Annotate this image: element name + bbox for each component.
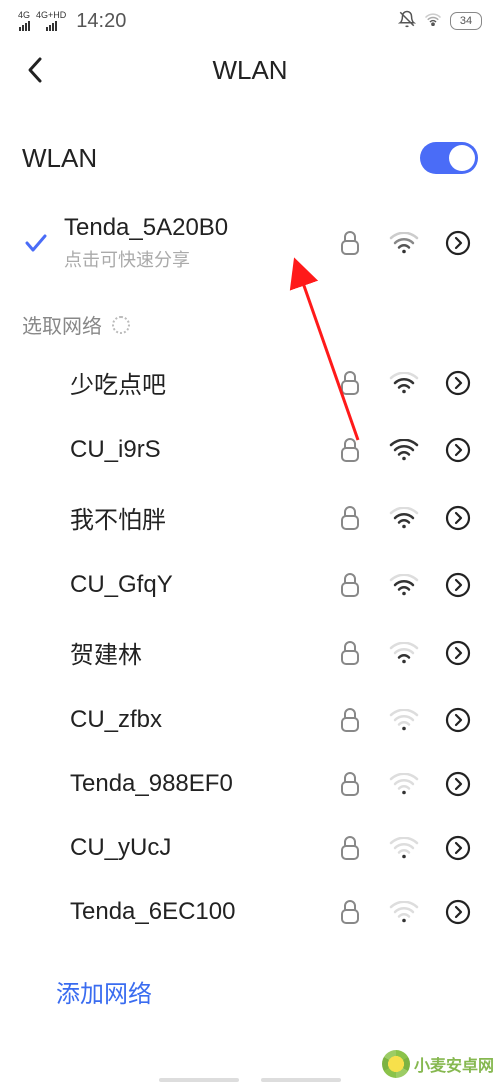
network-list: 少吃点吧 CU_i9rS 我不怕胖 <box>22 347 478 944</box>
network-row[interactable]: CU_yUcJ <box>22 816 478 880</box>
detail-button[interactable] <box>438 230 478 256</box>
network-row[interactable]: Tenda_6EC100 <box>22 880 478 944</box>
connected-check-icon <box>22 233 50 253</box>
connected-network-main: Tenda_5A20B0 点击可快速分享 <box>64 214 316 272</box>
network-main: 贺建林 <box>70 635 316 670</box>
network-main: Tenda_6EC100 <box>70 898 316 926</box>
signal-2: 4G+HD <box>36 11 66 31</box>
choose-network-label: 选取网络 <box>22 310 102 339</box>
network-main: CU_zfbx <box>70 706 316 734</box>
network-name: Tenda_988EF0 <box>70 770 316 798</box>
wifi-icon <box>384 901 424 923</box>
connected-network-row[interactable]: Tenda_5A20B0 点击可快速分享 <box>22 198 478 288</box>
network-name: Tenda_6EC100 <box>70 898 316 926</box>
lock-icon <box>330 899 370 925</box>
watermark: 小麦安卓网 <box>382 1050 494 1078</box>
network-name: CU_yUcJ <box>70 834 316 862</box>
wifi-icon <box>384 507 424 529</box>
wifi-icon <box>384 773 424 795</box>
network-row[interactable]: CU_zfbx <box>22 688 478 752</box>
loading-spinner-icon <box>112 316 130 334</box>
network-row[interactable]: 我不怕胖 <box>22 482 478 553</box>
network-main: CU_GfqY <box>70 571 316 599</box>
network-main: Tenda_988EF0 <box>70 770 316 798</box>
detail-button[interactable] <box>438 899 478 925</box>
watermark-logo-icon <box>382 1050 410 1078</box>
network-main: CU_yUcJ <box>70 834 316 862</box>
detail-button[interactable] <box>438 572 478 598</box>
network-row[interactable]: Tenda_988EF0 <box>22 752 478 816</box>
signal-1: 4G <box>18 11 30 31</box>
network-row[interactable]: CU_i9rS <box>22 418 478 482</box>
clock: 14:20 <box>76 10 126 33</box>
network-main: CU_i9rS <box>70 436 316 464</box>
detail-button[interactable] <box>438 505 478 531</box>
detail-button[interactable] <box>438 370 478 396</box>
wifi-status-icon <box>424 12 442 30</box>
wlan-toggle-label: WLAN <box>22 143 97 174</box>
wifi-icon <box>384 709 424 731</box>
dnd-icon <box>398 10 416 32</box>
network-name: CU_zfbx <box>70 706 316 734</box>
network-name: 贺建林 <box>70 635 316 670</box>
wifi-icon <box>384 837 424 859</box>
network-main: 少吃点吧 <box>70 365 316 400</box>
wlan-toggle-row: WLAN <box>22 98 478 198</box>
wifi-icon <box>384 642 424 664</box>
network-row[interactable]: CU_GfqY <box>22 553 478 617</box>
lock-icon <box>330 505 370 531</box>
network-name: 少吃点吧 <box>70 365 316 400</box>
lock-icon <box>330 640 370 666</box>
lock-icon <box>330 771 370 797</box>
lock-icon <box>330 230 370 256</box>
add-network-button[interactable]: 添加网络 <box>22 944 478 1009</box>
connected-network-subtitle: 点击可快速分享 <box>64 246 316 272</box>
detail-button[interactable] <box>438 707 478 733</box>
wifi-icon <box>384 232 424 254</box>
network-main: 我不怕胖 <box>70 500 316 535</box>
lock-icon <box>330 370 370 396</box>
network-row[interactable]: 少吃点吧 <box>22 347 478 418</box>
detail-button[interactable] <box>438 640 478 666</box>
wifi-icon <box>384 372 424 394</box>
choose-network-header: 选取网络 <box>22 288 478 347</box>
wifi-icon <box>384 574 424 596</box>
lock-icon <box>330 835 370 861</box>
watermark-text: 小麦安卓网 <box>414 1052 494 1076</box>
detail-button[interactable] <box>438 835 478 861</box>
lock-icon <box>330 437 370 463</box>
page-title: WLAN <box>0 55 500 86</box>
lock-icon <box>330 707 370 733</box>
nav-indicator <box>0 1078 500 1082</box>
connected-network-name: Tenda_5A20B0 <box>64 214 316 242</box>
status-bar: 4G 4G+HD 14:20 34 <box>0 0 500 42</box>
detail-button[interactable] <box>438 437 478 463</box>
page-header: WLAN <box>0 42 500 98</box>
network-name: 我不怕胖 <box>70 500 316 535</box>
wifi-icon <box>384 439 424 461</box>
back-button[interactable] <box>20 55 50 85</box>
wlan-toggle-switch[interactable] <box>420 142 478 174</box>
network-name: CU_GfqY <box>70 571 316 599</box>
status-left: 4G 4G+HD 14:20 <box>18 10 126 33</box>
detail-button[interactable] <box>438 771 478 797</box>
network-row[interactable]: 贺建林 <box>22 617 478 688</box>
lock-icon <box>330 572 370 598</box>
battery-indicator: 34 <box>450 12 482 30</box>
status-right: 34 <box>398 10 482 32</box>
network-name: CU_i9rS <box>70 436 316 464</box>
